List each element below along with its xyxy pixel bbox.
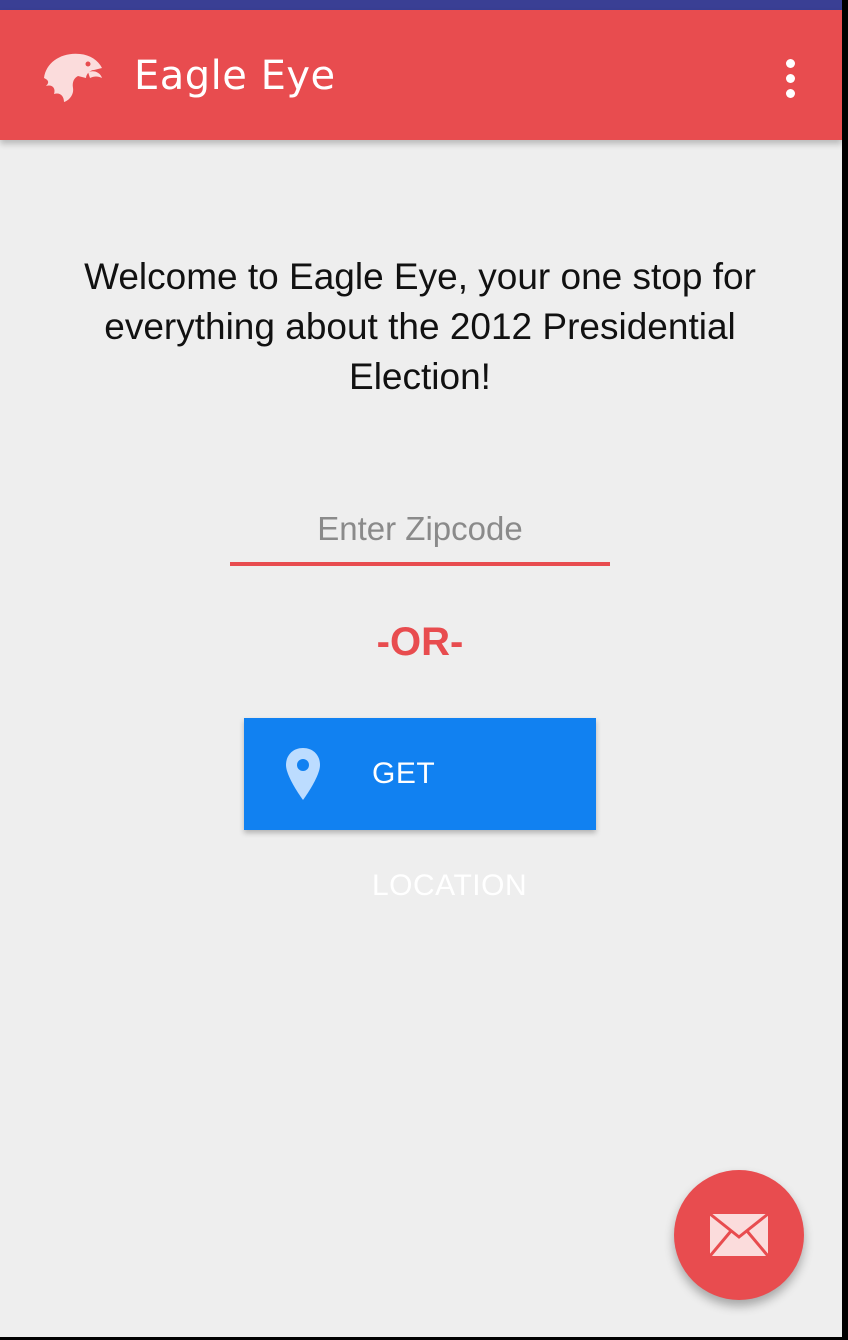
menu-dot	[785, 73, 795, 83]
or-divider-label: -OR-	[376, 620, 464, 664]
menu-dot	[785, 58, 795, 68]
status-bar	[0, 0, 842, 10]
menu-dot	[785, 88, 795, 98]
get-location-label: GET LOCATION	[372, 757, 528, 902]
zipcode-field	[230, 496, 610, 568]
app-title: Eagle Eye	[134, 53, 336, 99]
mail-icon	[709, 1213, 769, 1257]
get-location-button[interactable]: GET LOCATION	[244, 718, 596, 902]
location-pin-icon	[286, 748, 320, 800]
app-screen: Eagle Eye Welcome to Eagle Eye, your one…	[0, 0, 842, 1337]
eagle-head-icon	[44, 53, 102, 102]
welcome-message: Welcome to Eagle Eye, your one stop for …	[84, 256, 756, 397]
email-fab-button[interactable]	[674, 1170, 804, 1300]
app-bar: Eagle Eye	[0, 10, 842, 140]
zipcode-input[interactable]	[230, 496, 610, 566]
overflow-menu-icon[interactable]	[770, 50, 810, 106]
